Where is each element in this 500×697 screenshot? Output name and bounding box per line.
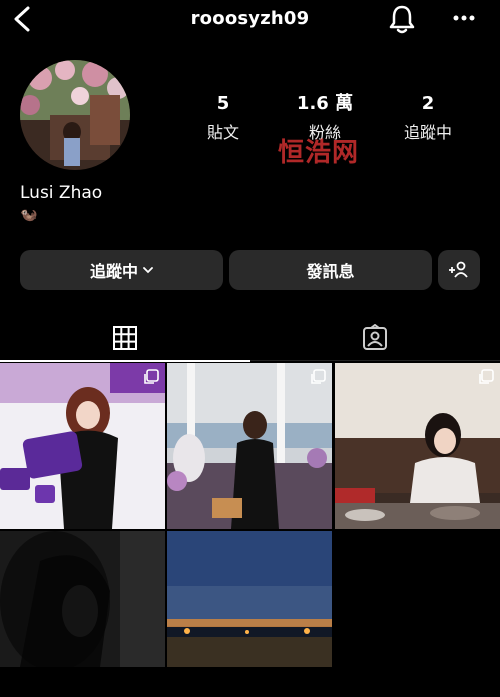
post-thumbnail-3[interactable] bbox=[335, 363, 500, 529]
profile-username: rooosyzh09 bbox=[190, 8, 310, 29]
add-person-icon bbox=[449, 261, 468, 278]
avatar-image bbox=[20, 60, 130, 170]
following-label: 追蹤中 bbox=[403, 123, 452, 142]
post-image bbox=[167, 531, 332, 667]
more-options-button[interactable] bbox=[450, 8, 478, 28]
message-button[interactable]: 發訊息 bbox=[229, 250, 432, 290]
tagged-tab[interactable] bbox=[250, 315, 500, 361]
grid-icon bbox=[113, 325, 137, 350]
more-icon bbox=[453, 15, 475, 21]
suggested-users-button[interactable] bbox=[438, 250, 480, 290]
post-image bbox=[335, 363, 500, 529]
post-image bbox=[167, 363, 332, 529]
following-button[interactable]: 追蹤中 bbox=[20, 250, 223, 290]
posts-count: 5 bbox=[216, 93, 230, 114]
followers-count: 1.6 萬 bbox=[296, 93, 354, 114]
post-image bbox=[0, 531, 165, 671]
post-thumbnail-1[interactable] bbox=[0, 363, 165, 529]
bell-icon bbox=[389, 5, 415, 34]
following-count: 2 bbox=[421, 93, 435, 114]
multiple-photos-icon bbox=[144, 369, 159, 384]
profile-avatar[interactable] bbox=[20, 60, 130, 170]
following-button-label: 追蹤中 bbox=[89, 262, 138, 281]
multiple-photos-icon bbox=[311, 369, 326, 384]
grid-tab[interactable] bbox=[0, 315, 250, 362]
notifications-button[interactable] bbox=[388, 3, 416, 35]
bio-otter-icon: 🦦 bbox=[20, 207, 38, 223]
following-stat[interactable]: 2 追蹤中 bbox=[378, 93, 478, 143]
posts-label: 貼文 bbox=[206, 123, 239, 142]
posts-stat[interactable]: 5 貼文 bbox=[173, 93, 273, 143]
display-name: Lusi Zhao bbox=[20, 183, 103, 203]
tagged-person-icon bbox=[363, 323, 387, 350]
message-button-label: 發訊息 bbox=[306, 262, 355, 281]
watermark-text: 恒浩网 bbox=[278, 138, 360, 168]
multiple-photos-icon bbox=[479, 369, 494, 384]
post-image bbox=[0, 363, 165, 529]
post-thumbnail-2[interactable] bbox=[167, 363, 332, 529]
post-thumbnail-5[interactable] bbox=[167, 531, 332, 697]
post-thumbnail-4[interactable] bbox=[0, 531, 165, 697]
chevron-down-icon bbox=[143, 267, 153, 274]
